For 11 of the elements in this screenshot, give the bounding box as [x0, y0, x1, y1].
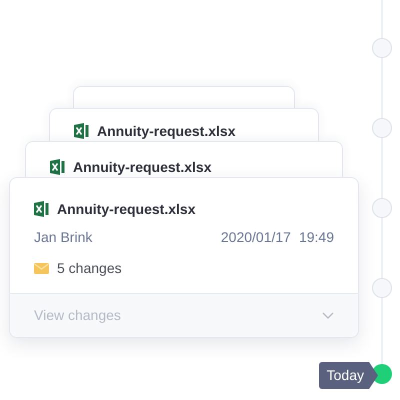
date: 2020/01/17 — [220, 228, 291, 247]
view-changes-toggle[interactable]: View changes — [10, 293, 358, 337]
file-name: Annuity-request.xlsx — [73, 158, 212, 176]
spreadsheet-icon — [34, 201, 49, 217]
today-label: Today — [318, 362, 378, 389]
envelope-icon — [34, 263, 49, 274]
time: 19:49 — [298, 228, 334, 247]
file-name: Annuity-request.xlsx — [97, 122, 236, 140]
file-name: Annuity-request.xlsx — [57, 200, 196, 218]
author-name: Jan Brink — [34, 228, 92, 247]
changes-count: 5 changes — [57, 259, 122, 278]
